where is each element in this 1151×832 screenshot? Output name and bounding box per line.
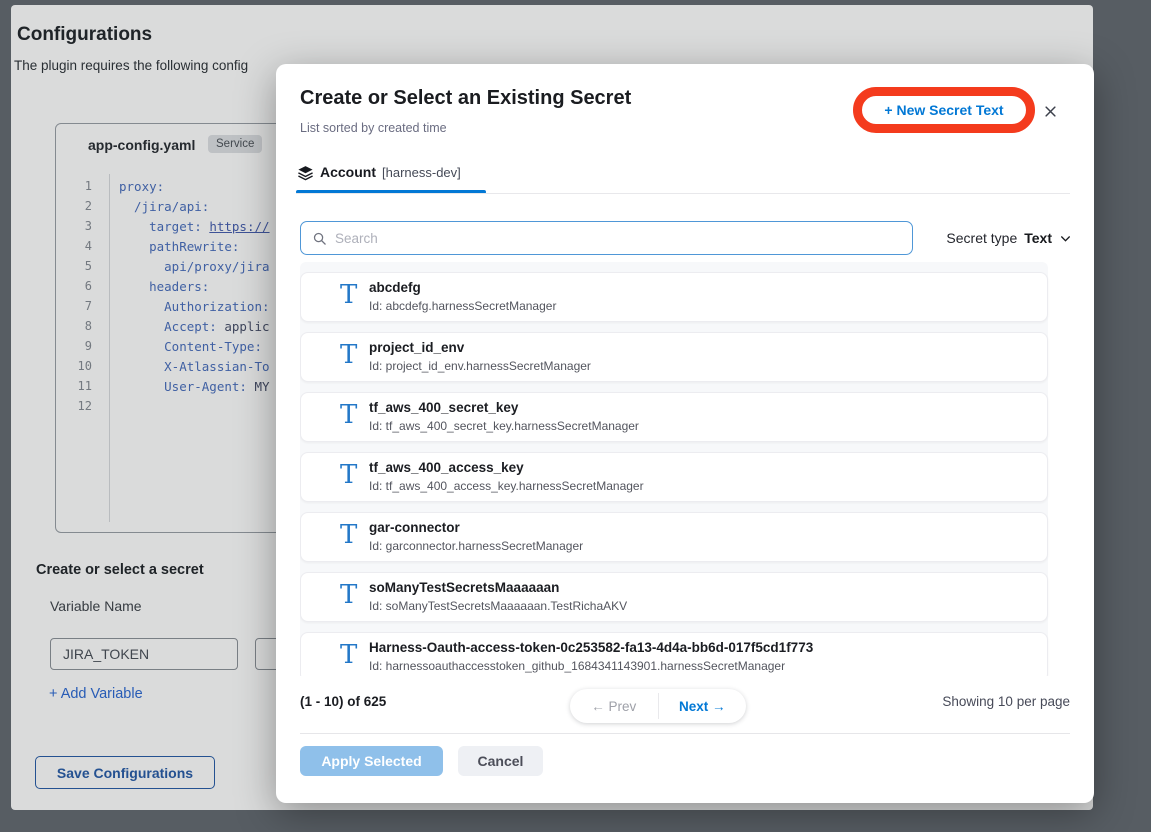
search-icon xyxy=(301,231,335,246)
secret-name: tf_aws_400_secret_key xyxy=(369,400,518,415)
search-input[interactable] xyxy=(335,231,912,246)
list-item[interactable]: T tf_aws_400_access_key Id: tf_aws_400_a… xyxy=(300,452,1048,502)
chevron-down-icon xyxy=(1059,232,1072,245)
secret-id: Id: tf_aws_400_secret_key.harnessSecretM… xyxy=(369,419,639,433)
secret-type-value: Text xyxy=(1024,230,1052,246)
modal-subtitle: List sorted by created time xyxy=(300,121,447,135)
search-box xyxy=(300,221,913,255)
secret-name: Harness-Oauth-access-token-0c253582-fa13… xyxy=(369,640,813,655)
tab-account-label: Account xyxy=(320,164,376,180)
text-secret-icon: T xyxy=(340,457,357,493)
tab-divider xyxy=(296,193,1070,194)
modal-title: Create or Select an Existing Secret xyxy=(300,87,631,110)
secret-type-dropdown[interactable]: Secret type Text xyxy=(946,221,1072,255)
secret-name: tf_aws_400_access_key xyxy=(369,460,524,475)
secret-name: gar-connector xyxy=(369,520,460,535)
per-page-label: Showing 10 per page xyxy=(942,694,1070,709)
secret-id: Id: garconnector.harnessSecretManager xyxy=(369,539,583,553)
screen: Configurations The plugin requires the f… xyxy=(0,0,1151,832)
secret-list: T abcdefg Id: abcdefg.harnessSecretManag… xyxy=(300,262,1070,676)
secret-name: project_id_env xyxy=(369,340,464,355)
list-item[interactable]: T project_id_env Id: project_id_env.harn… xyxy=(300,332,1048,382)
close-button[interactable] xyxy=(1040,101,1060,121)
secret-type-label: Secret type xyxy=(946,230,1017,246)
prev-page-button[interactable]: ← Prev xyxy=(570,689,658,723)
tab-account[interactable]: Account [harness-dev] xyxy=(297,162,461,182)
list-item[interactable]: T Harness-Oauth-access-token-0c253582-fa… xyxy=(300,632,1048,676)
pagination-controls: ← Prev Next → xyxy=(570,689,746,723)
cancel-button[interactable]: Cancel xyxy=(458,746,543,776)
text-secret-icon: T xyxy=(340,337,357,373)
secret-name: abcdefg xyxy=(369,280,421,295)
list-item[interactable]: T soManyTestSecretsMaaaaaan Id: soManyTe… xyxy=(300,572,1048,622)
secret-list-items: T abcdefg Id: abcdefg.harnessSecretManag… xyxy=(300,272,1070,676)
secret-id: Id: soManyTestSecretsMaaaaaan.TestRichaA… xyxy=(369,599,627,613)
list-item[interactable]: T gar-connector Id: garconnector.harness… xyxy=(300,512,1048,562)
secret-id: Id: harnessoauthaccesstoken_github_16843… xyxy=(369,659,785,673)
text-secret-icon: T xyxy=(340,277,357,313)
tab-account-scope: [harness-dev] xyxy=(382,165,461,180)
secret-id: Id: abcdefg.harnessSecretManager xyxy=(369,299,556,313)
secret-picker-modal: Create or Select an Existing Secret List… xyxy=(276,64,1094,803)
new-secret-text-button[interactable]: + New Secret Text xyxy=(884,102,1003,118)
highlight-annotation: + New Secret Text xyxy=(853,87,1035,133)
secret-id: Id: project_id_env.harnessSecretManager xyxy=(369,359,591,373)
apply-selected-button[interactable]: Apply Selected xyxy=(300,746,443,776)
text-secret-icon: T xyxy=(340,397,357,433)
pagination-range: (1 - 10) of 625 xyxy=(300,694,386,709)
list-item[interactable]: T abcdefg Id: abcdefg.harnessSecretManag… xyxy=(300,272,1048,322)
text-secret-icon: T xyxy=(340,577,357,613)
secret-name: soManyTestSecretsMaaaaaan xyxy=(369,580,559,595)
text-secret-icon: T xyxy=(340,517,357,553)
next-page-button[interactable]: Next → xyxy=(659,689,747,723)
footer-divider xyxy=(300,733,1070,734)
text-secret-icon: T xyxy=(340,637,357,673)
close-icon xyxy=(1043,104,1058,119)
list-item[interactable]: T tf_aws_400_secret_key Id: tf_aws_400_s… xyxy=(300,392,1048,442)
secret-id: Id: tf_aws_400_access_key.harnessSecretM… xyxy=(369,479,644,493)
layers-icon xyxy=(297,164,314,181)
